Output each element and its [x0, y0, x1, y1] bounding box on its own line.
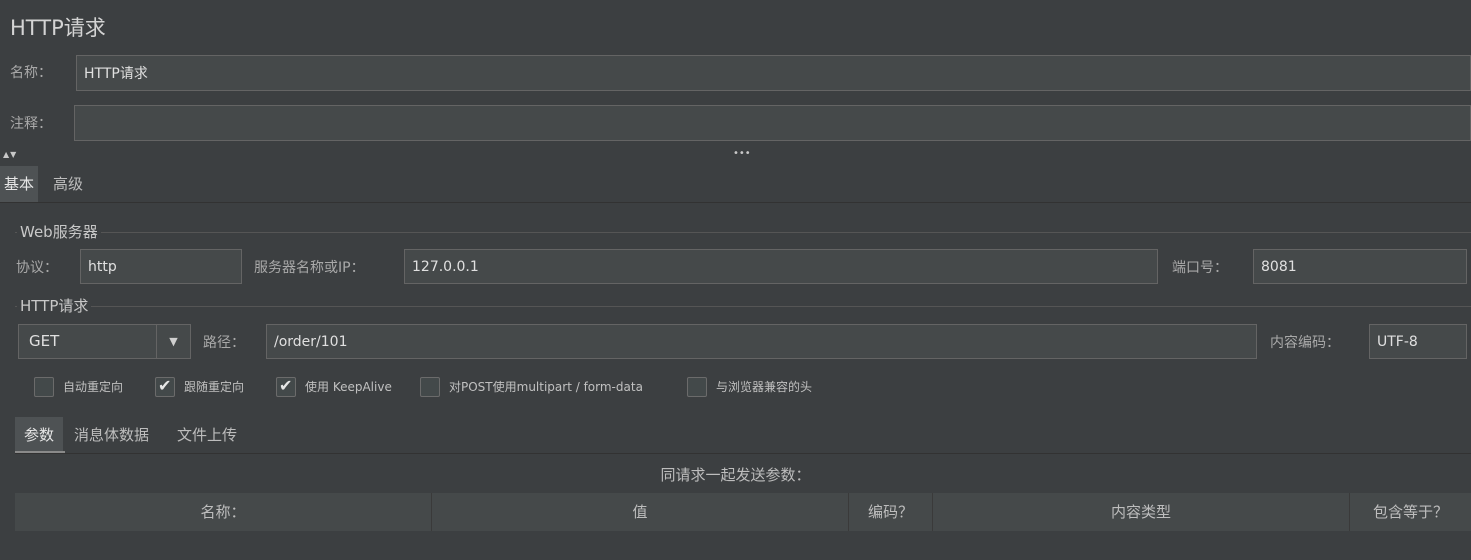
tab-body-data[interactable]: 消息体数据 [74, 417, 149, 453]
http-request-section-line [15, 306, 1471, 307]
checkmark-icon: ✔ [279, 376, 293, 395]
protocol-input[interactable] [80, 249, 242, 284]
server-input[interactable] [404, 249, 1158, 284]
auto-redirect-label: 自动重定向 [63, 380, 124, 394]
params-table-header: 名称： 值 编码？ 内容类型 包含等于？ [15, 493, 1471, 531]
comment-label: 注释： [10, 116, 52, 132]
tab-file-upload[interactable]: 文件上传 [177, 417, 237, 453]
http-request-panel: HTTP请求 名称： 注释： ▲▼ ••• 基本 高级 Web服务器 协议： 服… [0, 0, 1471, 560]
tab-basic[interactable]: 基本 [0, 166, 39, 202]
server-label: 服务器名称或IP： [254, 260, 365, 276]
tab-parameters[interactable]: 参数 [15, 417, 64, 453]
name-input[interactable] [76, 55, 1471, 91]
checkmark-icon: ✔ [158, 376, 172, 395]
path-label: 路径： [203, 335, 245, 351]
column-header-include-equals[interactable]: 包含等于？ [1350, 493, 1471, 531]
protocol-label: 协议： [16, 260, 58, 276]
splitter-bar[interactable]: ▲▼ ••• [0, 148, 1471, 162]
port-label: 端口号： [1172, 260, 1228, 276]
browser-compatible-label: 与浏览器兼容的头 [716, 380, 813, 394]
encoding-input[interactable] [1369, 324, 1467, 359]
browser-compatible-checkbox[interactable] [687, 377, 707, 397]
splitter-grip-icon[interactable]: ••• [733, 148, 751, 160]
follow-redirect-label: 跟随重定向 [184, 380, 245, 394]
page-title: HTTP请求 [10, 16, 106, 40]
tab-advanced[interactable]: 高级 [53, 166, 83, 202]
chevron-down-icon[interactable]: ▼ [157, 325, 190, 358]
column-header-value[interactable]: 值 [432, 493, 849, 531]
web-server-section-line [15, 232, 1471, 233]
web-server-section-title: Web服务器 [17, 222, 101, 242]
multipart-label: 对POST使用multipart / form-data [449, 380, 643, 394]
keepalive-label: 使用 KeepAlive [305, 380, 392, 394]
follow-redirect-checkbox[interactable]: ✔ [155, 376, 175, 397]
path-input[interactable] [266, 324, 1257, 359]
http-request-section-title: HTTP请求 [17, 296, 92, 316]
params-caption: 同请求一起发送参数： [660, 466, 811, 484]
multipart-checkbox[interactable] [420, 377, 440, 397]
collapse-arrows-icon[interactable]: ▲▼ [3, 148, 17, 162]
auto-redirect-checkbox[interactable] [34, 377, 54, 397]
sub-tabs-border [15, 453, 1471, 454]
port-input[interactable] [1253, 249, 1467, 284]
column-header-name[interactable]: 名称： [15, 493, 432, 531]
column-header-encode[interactable]: 编码？ [849, 493, 933, 531]
column-header-content-type[interactable]: 内容类型 [933, 493, 1350, 531]
method-select[interactable]: GET ▼ [18, 324, 191, 359]
main-tabs: 基本 高级 [0, 166, 1471, 203]
keepalive-checkbox[interactable]: ✔ [276, 376, 296, 397]
comment-input[interactable] [74, 105, 1471, 141]
name-label: 名称： [10, 65, 52, 81]
encoding-label: 内容编码： [1270, 335, 1340, 351]
method-value: GET [29, 332, 60, 350]
